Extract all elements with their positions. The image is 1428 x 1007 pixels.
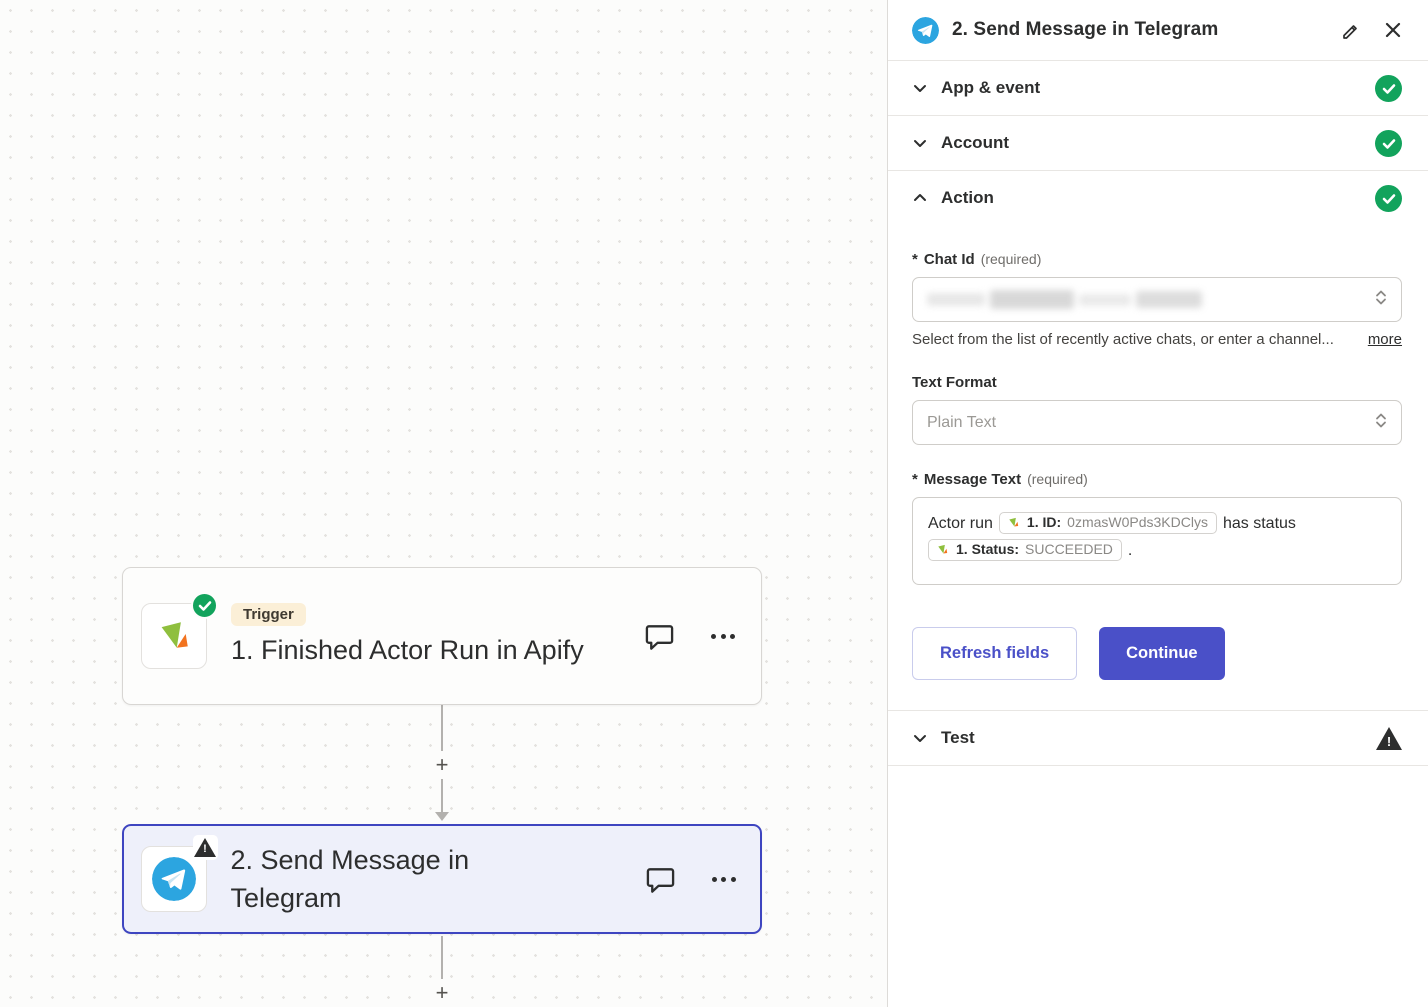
step-card-trigger[interactable]: Trigger 1. Finished Actor Run in Apify [122, 567, 762, 705]
comment-icon[interactable] [644, 621, 675, 652]
required-note: (required) [981, 251, 1042, 267]
section-app-event: App & event [888, 61, 1428, 116]
section-label: Account [941, 133, 1009, 153]
add-step-button[interactable]: + [428, 751, 456, 779]
message-text-suffix: . [1128, 542, 1132, 559]
success-check-icon [191, 592, 218, 619]
telegram-icon [912, 17, 939, 44]
add-step-button[interactable]: + [428, 979, 456, 1007]
chat-id-label-row: * Chat Id (required) [912, 251, 1402, 268]
step-title: 1. Finished Actor Run in Apify [231, 631, 584, 669]
token-label: 1. ID: [1027, 514, 1061, 531]
pencil-icon [1341, 21, 1360, 40]
close-icon [1384, 21, 1402, 39]
step-title: 2. Send Message in Telegram [231, 841, 531, 918]
section-action: Action * Chat Id (required) [888, 171, 1428, 711]
step-menu-button[interactable] [712, 873, 736, 886]
connector-arrow-icon [435, 812, 449, 821]
required-marker: * [912, 471, 918, 488]
close-panel-button[interactable] [1384, 21, 1402, 39]
telegram-icon [152, 857, 196, 901]
text-format-select[interactable]: Plain Text [912, 400, 1402, 445]
message-text-prefix: Actor run [928, 515, 993, 532]
select-updown-icon [1374, 289, 1388, 310]
token-value: SUCCEEDED [1025, 541, 1113, 558]
more-link[interactable]: more [1368, 331, 1402, 348]
step-menu-button[interactable] [711, 630, 735, 643]
chevron-down-icon [912, 80, 928, 96]
token-label: 1. Status: [956, 541, 1019, 558]
action-form: * Chat Id (required) Select from the lis… [888, 225, 1428, 710]
chevron-down-icon [912, 135, 928, 151]
step-info: Trigger 1. Finished Actor Run in Apify [231, 603, 584, 669]
warning-icon: ! [194, 838, 216, 857]
apify-icon [1006, 515, 1021, 530]
chat-id-select[interactable] [912, 277, 1402, 322]
connector-line [441, 936, 443, 980]
section-header-test[interactable]: Test ! [888, 711, 1428, 765]
section-label: Test [941, 728, 975, 748]
step-card-action[interactable]: ! 2. Send Message in Telegram [122, 824, 762, 934]
message-text-label: Message Text [924, 471, 1021, 488]
success-check-icon [1375, 75, 1402, 102]
section-test: Test ! [888, 711, 1428, 766]
apify-icon [152, 614, 196, 658]
section-header-app-event[interactable]: App & event [888, 61, 1428, 115]
token-value: 0zmasW0Pds3KDClys [1067, 514, 1208, 531]
chevron-up-icon [912, 190, 928, 206]
chevron-down-icon [912, 730, 928, 746]
select-updown-icon [1374, 412, 1388, 433]
section-header-account[interactable]: Account [888, 116, 1428, 170]
text-format-value: Plain Text [927, 414, 996, 432]
message-text-label-row: * Message Text (required) [912, 471, 1402, 488]
step-settings-panel: 2. Send Message in Telegram App & event [887, 0, 1428, 1007]
workflow-canvas: + + Trigger 1. Finished Actor Run in Api… [0, 0, 887, 1007]
message-text-input[interactable]: Actor run 1. ID: 0zmasW0Pds3KDClys has stat… [912, 497, 1402, 585]
required-marker: * [912, 251, 918, 268]
text-format-label: Text Format [912, 374, 1402, 391]
warning-badge: ! [193, 835, 218, 860]
continue-button[interactable]: Continue [1099, 627, 1225, 680]
section-account: Account [888, 116, 1428, 171]
panel-header: 2. Send Message in Telegram [888, 0, 1428, 61]
chat-id-helper-text: Select from the list of recently active … [912, 331, 1354, 348]
chat-id-label: Chat Id [924, 251, 975, 268]
apify-icon [935, 542, 950, 557]
chat-id-redacted-value [927, 290, 1202, 309]
apify-app-icon-box [141, 603, 207, 669]
warning-icon: ! [1376, 727, 1402, 750]
section-label: App & event [941, 78, 1040, 98]
comment-icon[interactable] [645, 864, 676, 895]
section-header-action[interactable]: Action [888, 171, 1428, 225]
trigger-badge: Trigger [231, 603, 306, 626]
panel-title: 2. Send Message in Telegram [952, 19, 1218, 41]
refresh-fields-button[interactable]: Refresh fields [912, 627, 1077, 680]
message-text-middle: has status [1223, 515, 1296, 532]
field-token-run-id[interactable]: 1. ID: 0zmasW0Pds3KDClys [999, 512, 1217, 534]
edit-title-button[interactable] [1341, 21, 1360, 40]
step-info: 2. Send Message in Telegram [231, 841, 531, 918]
success-check-icon [1375, 185, 1402, 212]
success-check-icon [1375, 130, 1402, 157]
section-label: Action [941, 188, 994, 208]
field-token-run-status[interactable]: 1. Status: SUCCEEDED [928, 539, 1122, 561]
required-note: (required) [1027, 471, 1088, 487]
telegram-app-icon-box: ! [141, 846, 207, 912]
